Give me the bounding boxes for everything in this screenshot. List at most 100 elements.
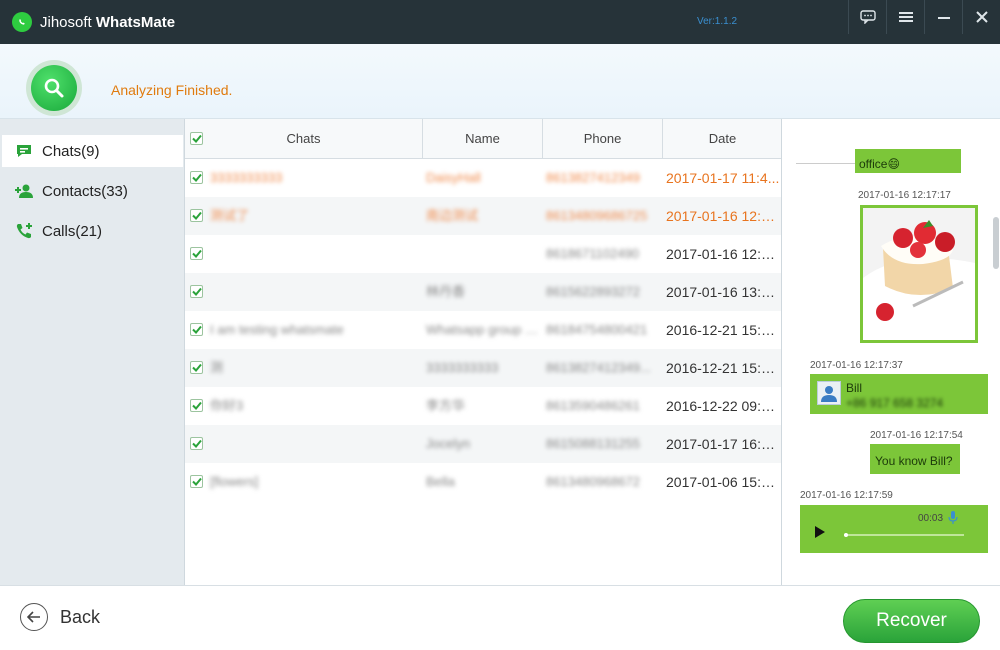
row-checkbox[interactable] [190,171,203,184]
chat-cell: 你好3 [210,398,244,413]
column-label: Date [708,131,737,146]
search-icon [31,65,77,111]
phone-cell: 8613827412349... [546,360,651,375]
date-cell: 2016-12-21 15:2... [666,360,780,376]
text-message: You know Bill? [870,444,960,474]
phone-cell: 8615088131255 [546,436,640,451]
window-controls [848,0,1000,34]
row-checkbox[interactable] [190,209,203,222]
app-title-bold: WhatsMate [95,14,176,31]
sidebar-item-label: Chats(9) [42,142,100,160]
phone-cell: 8618671102490 [546,246,640,261]
name-cell: Jocelyn [426,436,471,451]
row-checkbox[interactable] [190,323,203,336]
message-text: You know Bill? [875,454,953,468]
whatsapp-logo-icon [12,12,32,32]
table-row[interactable]: [flowers] Bella 8613480968672 2017-01-06 15… [185,463,781,501]
table-row[interactable]: 测试了 南边测试 86134809686725 2017-01-16 12:1... [185,197,781,235]
name-cell: Bella [426,474,455,489]
row-checkbox[interactable] [190,285,203,298]
close-icon[interactable] [962,0,1000,34]
column-header-date[interactable]: Date [663,119,781,159]
chat-cell [210,425,410,463]
slider-handle[interactable] [844,533,848,537]
row-checkbox[interactable] [190,437,203,450]
phone-cell: 8615622893272 [546,284,640,299]
minimize-icon[interactable] [924,0,962,34]
audio-message: 00:03 [800,505,988,553]
name-cell: DaisyHall [426,170,481,185]
column-header-name[interactable]: Name [423,119,543,159]
date-cell: 2017-01-16 13:5... [666,284,780,300]
chats-table: Chats Name Phone Date 3333333333 DaisyHal… [185,119,782,585]
sidebar-item-label: Contacts(33) [42,182,128,200]
table-row[interactable]: 测 3333333333 8613827412349... 2016-12-21 15… [185,349,781,387]
row-checkbox[interactable] [190,361,203,374]
sidebar-item-calls[interactable]: Calls(21) [2,215,183,247]
phone-cell: 86184754800421 [546,322,648,337]
contact-avatar-icon [817,381,841,405]
chat-icon [14,142,34,160]
phone-cell: 86134809686725 [546,208,648,223]
column-label: Phone [583,131,622,146]
name-cell: 林丹香 [426,284,466,299]
contact-card-message[interactable]: Bill +86 917 658 3274 [810,374,988,414]
version-label: Ver:1.1.2 [697,16,738,27]
contact-name: Bill [846,381,863,395]
chat-cell: 3333333333 [210,170,283,185]
table-row[interactable]: I am testing whatsmate Whatsapp group c..… [185,311,781,349]
feedback-icon[interactable] [848,0,886,34]
row-checkbox[interactable] [190,399,203,412]
preview-scrollbar[interactable] [993,217,999,269]
message-timestamp: 2017-01-16 12:17:54 [870,430,963,441]
column-label: Chats [286,131,321,146]
select-all-checkbox[interactable] [190,132,203,145]
sidebar: Chats(9) Contacts(33) Calls(21) [0,119,185,585]
chat-cell: 测试了 [210,208,250,223]
message-timestamp: 2017-01-16 12:17:37 [810,360,903,371]
search-badge [26,60,82,116]
message-timestamp: 2017-01-16 12:17:17 [858,190,951,201]
play-icon[interactable] [815,525,825,543]
menu-icon[interactable] [886,0,924,34]
message-timestamp: 2017-01-16 12:17:59 [800,490,893,501]
name-cell: 南边测试 [426,208,479,223]
sidebar-item-label: Calls(21) [42,222,103,240]
name-cell [426,235,541,273]
audio-duration: 00:03 [918,513,944,524]
table-row[interactable]: 3333333333 DaisyHall 8613827412349 2017-01-… [185,159,781,197]
table-row[interactable]: 林丹香 8615622893272 2017-01-16 13:5... [185,273,781,311]
back-button[interactable]: Back [20,602,100,632]
date-cell: 2017-01-17 16:2... [666,436,780,452]
recover-button[interactable]: Recover [843,599,980,643]
date-cell: 2016-12-22 09:1... [666,398,780,414]
table-row[interactable]: 8618671102490 2017-01-16 12:1... [185,235,781,273]
microphone-icon [948,511,958,530]
row-checkbox[interactable] [190,475,203,488]
column-header-chats[interactable]: Chats [185,119,423,159]
chat-cell: 测 [210,360,224,375]
name-cell: 李方华 [426,398,466,413]
table-row[interactable]: 你好3 李方华 8613590486261 2016-12-22 09:1... [185,387,781,425]
phone-cell: 8613827412349 [546,170,640,185]
divider [796,163,856,164]
back-label: Back [60,606,101,627]
phone-cell: 8613480968672 [546,474,640,489]
image-message[interactable] [860,205,978,343]
chat-cell [210,273,410,311]
row-checkbox[interactable] [190,247,203,260]
message-text: office😄 [859,157,900,171]
table-header: Chats Name Phone Date [185,119,781,159]
chat-cell: [flowers] [210,474,259,489]
message-bubble: office😄 [855,149,961,173]
column-header-phone[interactable]: Phone [543,119,663,159]
date-cell: 2016-12-21 15:2... [666,322,780,338]
audio-progress-slider[interactable] [844,533,964,537]
sidebar-item-chats[interactable]: Chats(9) [2,135,183,167]
app-title-prefix: Jihosoft [40,14,96,31]
table-row[interactable]: Jocelyn 8615088131255 2017-01-17 16:2... [185,425,781,463]
phone-cell: 8613590486261 [546,398,640,413]
chat-cell [210,235,410,273]
date-cell: 2017-01-16 12:1... [666,208,780,224]
sidebar-item-contacts[interactable]: Contacts(33) [2,175,183,207]
